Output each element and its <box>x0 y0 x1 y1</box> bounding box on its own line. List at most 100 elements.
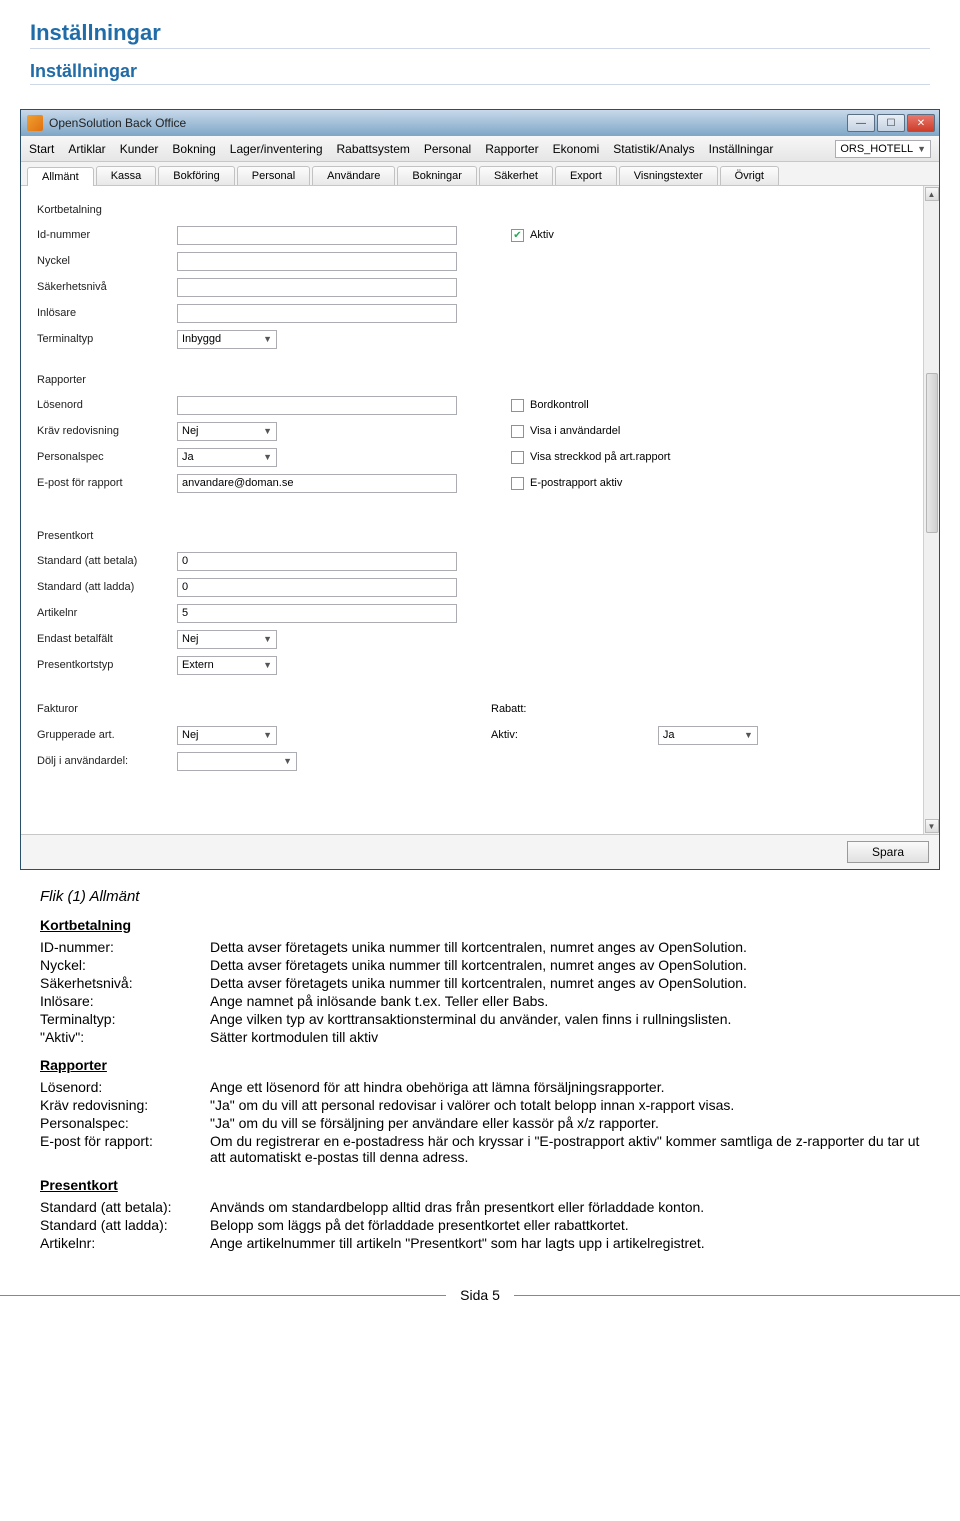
chevron-down-icon: ▼ <box>263 730 272 740</box>
tab-anvandare[interactable]: Användare <box>312 166 395 185</box>
definition-desc: Detta avser företagets unika nummer till… <box>210 957 920 973</box>
form-area: Kortbetalning Id-nummer ✔ Aktiv Nyckel S… <box>21 186 939 834</box>
label-losenord: Lösenord <box>37 399 177 411</box>
menu-ekonomi[interactable]: Ekonomi <box>553 142 600 156</box>
input-std-betala[interactable] <box>177 552 457 571</box>
menu-statistik[interactable]: Statistik/Analys <box>613 142 694 156</box>
definition-desc: "Ja" om du vill att personal redovisar i… <box>210 1097 920 1113</box>
menu-personal[interactable]: Personal <box>424 142 471 156</box>
input-nyckel[interactable] <box>177 252 457 271</box>
menu-rabattsystem[interactable]: Rabattsystem <box>337 142 410 156</box>
tab-allmant[interactable]: Allmänt <box>27 167 94 186</box>
vertical-scrollbar[interactable]: ▲ ▼ <box>923 186 939 834</box>
dropdown-krav-redovisning[interactable]: Nej ▼ <box>177 422 277 441</box>
dropdown-terminaltyp[interactable]: Inbyggd ▼ <box>177 330 277 349</box>
context-select[interactable]: ORS_HOTELL ▼ <box>835 140 931 158</box>
save-button[interactable]: Spara <box>847 841 929 863</box>
close-button[interactable]: ✕ <box>907 114 935 132</box>
dropdown-grupperade-value: Nej <box>182 729 199 741</box>
subtabs: Allmänt Kassa Bokföring Personal Använda… <box>21 162 939 186</box>
input-artikelnr[interactable] <box>177 604 457 623</box>
definition-desc: Ange artikelnummer till artikeln "Presen… <box>210 1235 920 1251</box>
label-personalspec: Personalspec <box>37 451 177 463</box>
checkbox-visa-anvandardel[interactable]: Visa i användardel <box>511 425 620 438</box>
definition-desc: Detta avser företagets unika nummer till… <box>210 975 920 991</box>
label-sakerhetsniva: Säkerhetsnivå <box>37 281 177 293</box>
window-title: OpenSolution Back Office <box>49 116 186 130</box>
label-krav-redovisning: Kräv redovisning <box>37 425 177 437</box>
scroll-up-icon[interactable]: ▲ <box>925 187 939 201</box>
checkbox-icon <box>511 399 524 412</box>
page-number: Sida 5 <box>446 1287 514 1303</box>
input-id-nummer[interactable] <box>177 226 457 245</box>
label-id-nummer: Id-nummer <box>37 229 177 241</box>
chevron-down-icon: ▼ <box>283 756 292 766</box>
tab-kassa[interactable]: Kassa <box>96 166 157 185</box>
menu-start[interactable]: Start <box>29 142 54 156</box>
definition-row: E-post för rapport:Om du registrerar en … <box>40 1133 920 1165</box>
definition-term: Personalspec: <box>40 1115 210 1131</box>
menu-artiklar[interactable]: Artiklar <box>68 142 105 156</box>
tab-sakerhet[interactable]: Säkerhet <box>479 166 553 185</box>
tab-visningstexter[interactable]: Visningstexter <box>619 166 718 185</box>
input-losenord[interactable] <box>177 396 457 415</box>
definition-term: ID-nummer: <box>40 939 210 955</box>
dropdown-personalspec[interactable]: Ja ▼ <box>177 448 277 467</box>
dropdown-presentkortstyp-value: Extern <box>182 659 214 671</box>
tab-personal[interactable]: Personal <box>237 166 310 185</box>
label-artikelnr: Artikelnr <box>37 607 177 619</box>
definition-term: "Aktiv": <box>40 1029 210 1045</box>
dropdown-endast-betalfalt[interactable]: Nej ▼ <box>177 630 277 649</box>
menu-kunder[interactable]: Kunder <box>120 142 159 156</box>
label-dolj: Dölj i användardel: <box>37 755 177 767</box>
tab-export[interactable]: Export <box>555 166 617 185</box>
tab-bokforing[interactable]: Bokföring <box>158 166 234 185</box>
window-footer: Spara <box>21 834 939 869</box>
definition-desc: Belopp som läggs på det förladdade prese… <box>210 1217 920 1233</box>
minimize-button[interactable]: — <box>847 114 875 132</box>
menu-bokning[interactable]: Bokning <box>172 142 215 156</box>
definition-term: Terminaltyp: <box>40 1011 210 1027</box>
explain-presentkort-title: Presentkort <box>40 1177 920 1193</box>
input-std-ladda[interactable] <box>177 578 457 597</box>
checkbox-visa-streckkod[interactable]: Visa streckkod på art.rapport <box>511 451 670 464</box>
menu-installningar[interactable]: Inställningar <box>709 142 774 156</box>
checkbox-bordkontroll[interactable]: Bordkontroll <box>511 399 589 412</box>
definition-row: Personalspec:"Ja" om du vill se försäljn… <box>40 1115 920 1131</box>
dropdown-endast-betalfalt-value: Nej <box>182 633 199 645</box>
definition-row: Artikelnr:Ange artikelnummer till artike… <box>40 1235 920 1251</box>
menubar: Start Artiklar Kunder Bokning Lager/inve… <box>21 136 939 162</box>
checkbox-epostrapport-aktiv[interactable]: E-postrapport aktiv <box>511 477 622 490</box>
definition-row: Standard (att ladda):Belopp som läggs på… <box>40 1217 920 1233</box>
definition-row: Inlösare:Ange namnet på inlösande bank t… <box>40 993 920 1009</box>
definition-term: Artikelnr: <box>40 1235 210 1251</box>
dropdown-presentkortstyp[interactable]: Extern ▼ <box>177 656 277 675</box>
input-inlosare[interactable] <box>177 304 457 323</box>
scroll-down-icon[interactable]: ▼ <box>925 819 939 833</box>
dropdown-grupperade[interactable]: Nej ▼ <box>177 726 277 745</box>
tab-bokningar[interactable]: Bokningar <box>397 166 477 185</box>
maximize-button[interactable]: ☐ <box>877 114 905 132</box>
checkbox-aktiv[interactable]: ✔ Aktiv <box>511 229 554 242</box>
dropdown-fakturor-aktiv[interactable]: Ja ▼ <box>658 726 758 745</box>
definition-desc: Om du registrerar en e-postadress här oc… <box>210 1133 920 1165</box>
dropdown-personalspec-value: Ja <box>182 451 194 463</box>
menu-lager[interactable]: Lager/inventering <box>230 142 323 156</box>
definition-term: Standard (att ladda): <box>40 1217 210 1233</box>
app-window: OpenSolution Back Office — ☐ ✕ Start Art… <box>20 109 940 870</box>
doc-subtitle: Inställningar <box>30 61 930 85</box>
dropdown-dolj[interactable]: ▼ <box>177 752 297 771</box>
explain-rapporter-title: Rapporter <box>40 1057 920 1073</box>
scroll-thumb[interactable] <box>926 373 938 533</box>
input-epost[interactable] <box>177 474 457 493</box>
label-terminaltyp: Terminaltyp <box>37 333 177 345</box>
input-sakerhetsniva[interactable] <box>177 278 457 297</box>
definition-term: Säkerhetsnivå: <box>40 975 210 991</box>
menu-rapporter[interactable]: Rapporter <box>485 142 538 156</box>
label-fakturor-aktiv: Aktiv: <box>491 729 518 741</box>
tab-ovrigt[interactable]: Övrigt <box>720 166 779 185</box>
definition-desc: Sätter kortmodulen till aktiv <box>210 1029 920 1045</box>
definition-desc: Ange ett lösenord för att hindra obehöri… <box>210 1079 920 1095</box>
explain-kortbetalning-title: Kortbetalning <box>40 917 920 933</box>
definition-row: Nyckel:Detta avser företagets unika numm… <box>40 957 920 973</box>
